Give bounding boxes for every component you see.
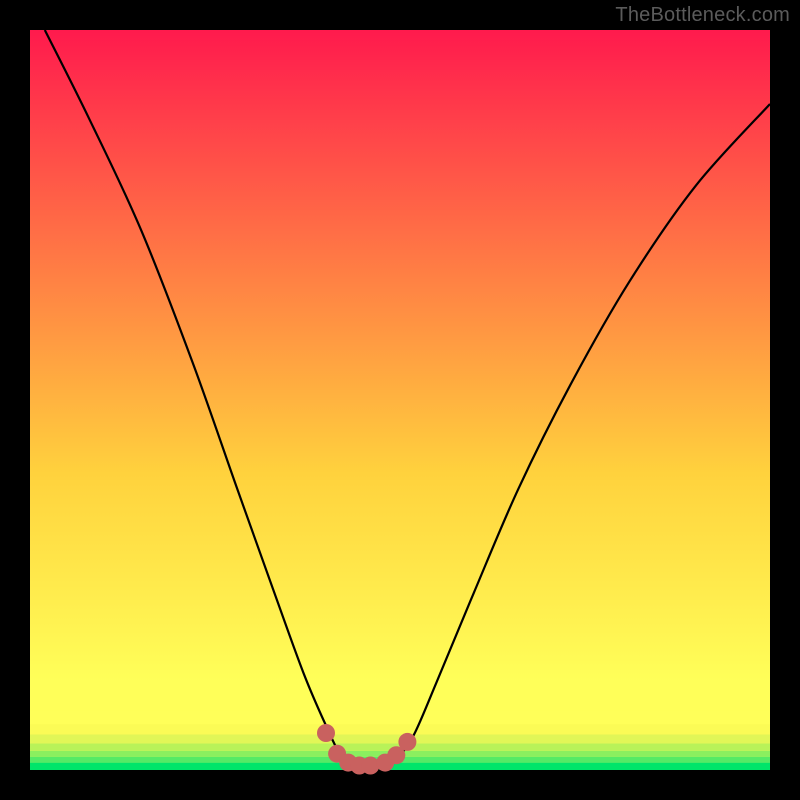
bottleneck-chart (0, 0, 800, 800)
marker-dot (361, 757, 379, 775)
chart-stage: TheBottleneck.com (0, 0, 800, 800)
plot-background (30, 30, 770, 770)
marker-dot (317, 724, 335, 742)
attribution-label: TheBottleneck.com (615, 4, 790, 27)
marker-dot (398, 733, 416, 751)
